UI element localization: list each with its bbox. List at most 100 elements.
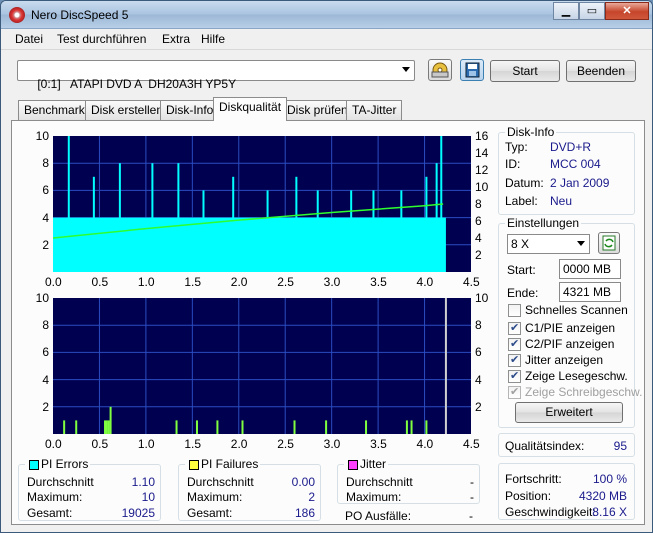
x-tick-label: 4.5	[463, 437, 480, 451]
speed-label: Geschwindigkeit:	[505, 505, 596, 519]
pi-failures-max-value: 2	[308, 490, 315, 504]
speed-value: 8.16 X	[592, 505, 627, 519]
title-bar[interactable]: Nero DiscSpeed 5 ▁ ▭ ✕	[1, 1, 652, 29]
y2-tick-label: 16	[475, 129, 489, 143]
close-button[interactable]: ✕	[605, 2, 649, 20]
end-button[interactable]: Beenden	[566, 60, 636, 82]
pi-failure-bar	[195, 420, 198, 434]
chevron-down-icon	[577, 241, 585, 246]
x-tick-label: 4.0	[416, 275, 434, 289]
pi-failures-avg-label: Durchschnitt	[187, 475, 254, 489]
drive-info-button[interactable]	[428, 59, 452, 81]
menu-datei[interactable]: Datei	[15, 32, 43, 46]
read-speed-label: Zeige Lesegeschw.	[525, 369, 628, 383]
pi-error-spike	[266, 190, 269, 272]
menu-test[interactable]: Test durchführen	[57, 32, 146, 46]
position-value: 4320 MB	[578, 489, 627, 503]
pi-error-spike	[232, 176, 235, 272]
x-tick-label: 2.5	[277, 275, 294, 289]
pi-failure-bar	[175, 420, 178, 434]
pi-failures-group: PI Failures Durchschnitt 0.00 Maximum: 2…	[178, 457, 321, 521]
pi-error-spike	[435, 163, 438, 272]
end-marker-line	[444, 298, 447, 434]
save-button[interactable]	[460, 59, 484, 81]
tab-disk-info[interactable]: Disk-Info	[160, 100, 220, 120]
start-input[interactable]: 0000 MB	[559, 259, 621, 279]
y2-tick-label: 4	[475, 372, 482, 387]
pi-errors-chart	[52, 136, 471, 272]
minimize-button[interactable]: ▁	[553, 2, 579, 20]
menu-hilfe[interactable]: Hilfe	[201, 32, 225, 46]
pi-error-spike	[118, 163, 121, 272]
pi-failures-chart	[53, 298, 471, 434]
pi-error-spike	[372, 190, 375, 272]
start-button[interactable]: Start	[490, 60, 560, 82]
tab-disk-pruefen[interactable]: Disk prüfen	[281, 100, 354, 120]
pi-failure-bar	[325, 420, 328, 434]
x-tick-label: 0.0	[45, 275, 62, 289]
quality-index-label: Qualitätsindex:	[505, 439, 585, 453]
x-tick-label: 1.5	[184, 275, 202, 289]
chevron-down-icon	[402, 67, 410, 72]
tab-disk-erstellen[interactable]: Disk erstellen	[85, 100, 170, 120]
main-window: Nero DiscSpeed 5 ▁ ▭ ✕ Datei Test durchf…	[0, 0, 653, 533]
pi-error-spike	[316, 190, 319, 272]
pi-failures-avg-value: 0.00	[291, 475, 315, 489]
drive-select[interactable]: [0:1] ATAPI DVD A DH20A3H YP5Y	[17, 60, 415, 91]
pi-errors-fill	[53, 217, 446, 272]
quick-scan-checkbox[interactable]	[508, 304, 521, 317]
refresh-speed-button[interactable]	[598, 232, 620, 254]
x-tick-label: 0.5	[91, 275, 109, 289]
pi-failure-bar	[410, 420, 413, 434]
c2-pif-checkbox[interactable]	[508, 337, 521, 351]
jitter-legend-swatch	[348, 460, 358, 470]
pi-error-spike	[92, 176, 95, 272]
x-tick-label: 2.5	[277, 437, 294, 451]
settings-title: Einstellungen	[505, 216, 582, 230]
x-tick-label: 0.0	[45, 437, 62, 451]
settings-group: Einstellungen 8 X Start: 0000 MB Ende: 4…	[498, 216, 642, 428]
pi-errors-max-label: Maximum:	[27, 490, 83, 504]
jitter-avg-label: Durchschnitt	[346, 475, 413, 489]
po-failures-label: PO Ausfälle:	[345, 509, 412, 523]
pi-failure-bar	[425, 420, 428, 434]
pi-error-spike	[350, 190, 353, 272]
advanced-button[interactable]: Erweitert	[515, 402, 623, 423]
pi-errors-group: PI Errors Durchschnitt 1.10 Maximum: 10 …	[18, 457, 161, 521]
tab-diskqualitaet[interactable]: Diskqualität	[213, 97, 288, 121]
c1-pie-checkbox[interactable]	[508, 321, 521, 335]
menu-extra[interactable]: Extra	[162, 32, 190, 46]
x-tick-label: 3.5	[370, 437, 387, 451]
quick-scan-label: Schnelles Scannen	[525, 303, 628, 317]
position-label: Position:	[505, 489, 552, 503]
c2-pif-label: C2/PIF anzeigen	[525, 337, 615, 351]
jitter-checkbox[interactable]	[508, 353, 521, 367]
y2-tick-label: 2	[475, 248, 482, 262]
disk-label-label: Label:	[505, 194, 538, 208]
maximize-button[interactable]: ▭	[579, 2, 605, 20]
end-input[interactable]: 4321 MB	[559, 282, 621, 302]
close-icon: ✕	[622, 5, 632, 17]
disk-id-value: MCC 004	[550, 157, 601, 171]
x-tick-label: 3.0	[323, 275, 341, 289]
pi-errors-total-value: 19025	[121, 506, 155, 520]
quality-index-group: Qualitätsindex: 95	[498, 433, 635, 457]
pi-failure-bar	[104, 420, 107, 434]
tab-benchmark[interactable]: Benchmark	[18, 100, 91, 120]
tab-ta-jitter[interactable]: TA-Jitter	[346, 100, 403, 120]
disk-type-value: DVD+R	[550, 140, 592, 154]
x-tick-label: 2.0	[230, 275, 248, 289]
y2-tick-label: 4	[475, 231, 482, 245]
y2-tick-label: 10	[475, 291, 489, 305]
pi-failures-total-value: 186	[294, 506, 315, 520]
pi-failure-bar	[109, 406, 112, 434]
y2-tick-label: 10	[475, 180, 489, 194]
speed-select-value: 8 X	[511, 237, 530, 251]
disk-type-label: Typ:	[505, 140, 528, 154]
jitter-max-value: -	[470, 490, 474, 504]
y-tick-label: 6	[42, 345, 49, 360]
speed-select[interactable]: 8 X	[507, 234, 590, 254]
pi-failure-bar	[293, 420, 296, 434]
read-speed-checkbox[interactable]	[508, 369, 521, 383]
disc-drive-icon	[431, 62, 449, 78]
